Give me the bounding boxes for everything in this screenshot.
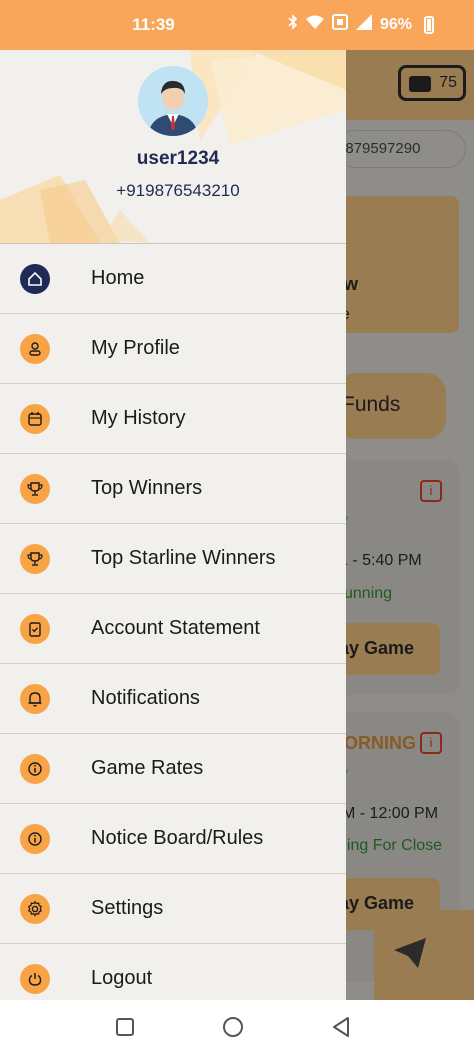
menu-item-label: Game Rates bbox=[91, 757, 204, 779]
status-icons: 96% bbox=[288, 14, 434, 35]
phone-partial: 7879597290 bbox=[346, 140, 421, 157]
app-header: 75 bbox=[346, 50, 474, 120]
trophy-icon bbox=[20, 473, 50, 504]
add-funds-button[interactable]: Funds bbox=[346, 373, 446, 439]
wallet-balance: 75 bbox=[439, 74, 457, 91]
menu-item-label: Settings bbox=[91, 897, 164, 919]
recents-button[interactable] bbox=[115, 1017, 135, 1042]
drawer-phone: +919876543210 bbox=[116, 181, 240, 200]
card2-time: M - 12:00 PM bbox=[346, 805, 439, 822]
bell-icon bbox=[20, 683, 50, 714]
menu-item-game-rates[interactable]: Game Rates bbox=[0, 734, 346, 804]
battery-percent: 96% bbox=[379, 15, 412, 33]
menu-item-label: Top Starline Winners bbox=[91, 547, 276, 569]
menu-item-label: Notifications bbox=[91, 687, 200, 709]
play-label-1: ay Game bbox=[346, 638, 415, 658]
wallet-button[interactable]: 75 bbox=[398, 65, 466, 101]
banner-sub: e bbox=[346, 306, 350, 324]
card1-status: unning bbox=[346, 585, 393, 602]
menu-item-account-statement[interactable]: Account Statement bbox=[0, 594, 346, 664]
info-icon bbox=[20, 753, 50, 784]
system-nav-bar bbox=[0, 1000, 474, 1053]
card1-stars: ** bbox=[346, 513, 348, 531]
menu-item-my-profile[interactable]: My Profile bbox=[0, 314, 346, 384]
menu-item-notifications[interactable]: Notifications bbox=[0, 664, 346, 734]
menu-item-home[interactable]: Home bbox=[0, 244, 346, 314]
circle-icon bbox=[223, 1017, 243, 1037]
square-icon bbox=[116, 1018, 134, 1036]
menu-item-label: Top Winners bbox=[91, 477, 203, 499]
menu-item-notice-board-rules[interactable]: Notice Board/Rules bbox=[0, 804, 346, 874]
card1-time: 1 - 5:40 PM bbox=[346, 552, 422, 569]
menu-item-label: My History bbox=[91, 407, 186, 429]
game-card-1: i ** 1 - 5:40 PM unning ay Game bbox=[346, 460, 460, 695]
wifi-icon bbox=[305, 15, 324, 34]
power-icon bbox=[20, 963, 50, 994]
menu-item-label: Account Statement bbox=[91, 617, 260, 639]
info-icon[interactable]: i bbox=[420, 480, 442, 502]
home-icon bbox=[20, 263, 50, 294]
drawer-username: user1234 bbox=[136, 148, 220, 169]
back-triangle-icon bbox=[333, 1017, 349, 1037]
menu-item-my-history[interactable]: My History bbox=[0, 384, 346, 454]
calendar-icon bbox=[20, 403, 50, 434]
wallet-icon bbox=[409, 76, 431, 92]
telegram-button[interactable] bbox=[374, 910, 474, 1000]
menu-item-top-winners[interactable]: Top Winners bbox=[0, 454, 346, 524]
menu-item-label: Logout bbox=[91, 967, 153, 989]
drawer-menu: Home My Profile My History Top Winners T… bbox=[0, 244, 346, 1013]
banner-text: w bbox=[346, 274, 359, 294]
menu-item-label: Notice Board/Rules bbox=[91, 827, 264, 849]
user-avatar-icon bbox=[138, 66, 208, 136]
play-game-button-1[interactable]: ay Game bbox=[346, 623, 440, 675]
card2-title: ORNING bbox=[346, 733, 416, 753]
back-button[interactable] bbox=[331, 1016, 351, 1043]
clipboard-icon bbox=[20, 613, 50, 644]
send-icon bbox=[394, 938, 426, 968]
card2-stars: ** bbox=[346, 766, 348, 784]
home-nav-button[interactable] bbox=[222, 1016, 244, 1043]
menu-item-label: Home bbox=[91, 267, 145, 289]
status-time: 11:39 bbox=[132, 15, 175, 34]
person-icon bbox=[20, 333, 50, 364]
avatar[interactable] bbox=[138, 66, 208, 136]
phone-pill: 7879597290 bbox=[346, 130, 466, 168]
background-app: 75 7879597290 w e Funds i ** 1 - 5:40 PM… bbox=[346, 50, 474, 1000]
menu-item-settings[interactable]: Settings bbox=[0, 874, 346, 944]
drawer-header: user1234 +919876543210 bbox=[0, 50, 346, 244]
trophy-icon bbox=[20, 543, 50, 574]
funds-label: Funds bbox=[346, 393, 401, 416]
status-bar: 11:39 96% bbox=[0, 0, 474, 50]
card2-status: ning For Close bbox=[346, 837, 443, 854]
info-icon[interactable]: i bbox=[420, 732, 442, 754]
menu-item-label: My Profile bbox=[91, 337, 180, 359]
navigation-drawer: user1234 +919876543210 Home My Profile M… bbox=[0, 50, 346, 1000]
gear-icon bbox=[20, 893, 50, 924]
bluetooth-icon bbox=[288, 14, 298, 35]
data-saver-icon bbox=[331, 14, 348, 35]
menu-item-top-starline-winners[interactable]: Top Starline Winners bbox=[0, 524, 346, 594]
battery-icon bbox=[424, 15, 434, 34]
banner-card[interactable]: w e bbox=[346, 196, 459, 333]
signal-icon bbox=[355, 14, 372, 35]
info-icon bbox=[20, 823, 50, 854]
